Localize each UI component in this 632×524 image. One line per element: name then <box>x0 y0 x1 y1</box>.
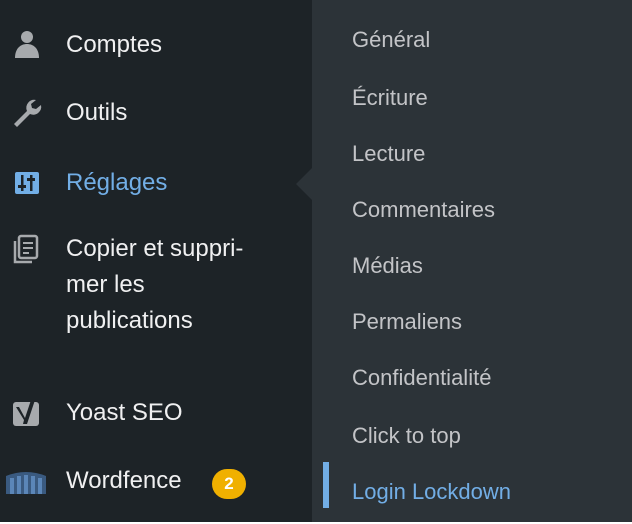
submenu-item-login-lockdown[interactable]: Login Lockdown <box>352 477 511 507</box>
wrench-icon <box>10 96 44 130</box>
sidebar-item-label: Outils <box>66 99 128 126</box>
user-icon <box>10 28 44 62</box>
submenu-item-lecture[interactable]: Lecture <box>352 139 425 169</box>
current-menu-pointer <box>296 168 312 200</box>
sidebar-item-label-line: publications <box>66 307 193 334</box>
yoast-icon <box>10 396 44 430</box>
wordfence-icon <box>4 464 48 498</box>
sidebar-item-label-line: Copier et suppri- <box>66 235 244 262</box>
sidebar-item-label: Wordfence <box>66 467 182 494</box>
sidebar-item-label: Comptes <box>66 31 163 58</box>
admin-sidebar: Comptes Outils Réglages Copier et suppri… <box>0 0 312 522</box>
sidebar-item-copier-supprimer[interactable]: Copier et suppri- mer les publications <box>0 232 312 336</box>
submenu-item-ecriture[interactable]: Écriture <box>352 83 428 113</box>
settings-sliders-icon <box>10 166 44 200</box>
update-count-badge: 2 <box>212 469 246 499</box>
admin-menu-screenshot: Comptes Outils Réglages Copier et suppri… <box>0 0 632 524</box>
submenu-item-medias[interactable]: Médias <box>352 251 423 281</box>
sidebar-item-label-line: mer les <box>66 271 145 298</box>
copy-delete-icon <box>10 232 44 266</box>
submenu-item-confidentialite[interactable]: Confidentialité <box>352 363 491 393</box>
sidebar-item-label: Réglages <box>66 169 168 196</box>
submenu-item-permaliens[interactable]: Permaliens <box>352 307 462 337</box>
submenu-item-click-to-top[interactable]: Click to top <box>352 421 461 451</box>
active-item-indicator <box>323 462 329 508</box>
submenu-item-general[interactable]: Général <box>352 25 430 55</box>
sidebar-item-label: Yoast SEO <box>66 399 183 426</box>
submenu-item-commentaires[interactable]: Commentaires <box>352 195 495 225</box>
